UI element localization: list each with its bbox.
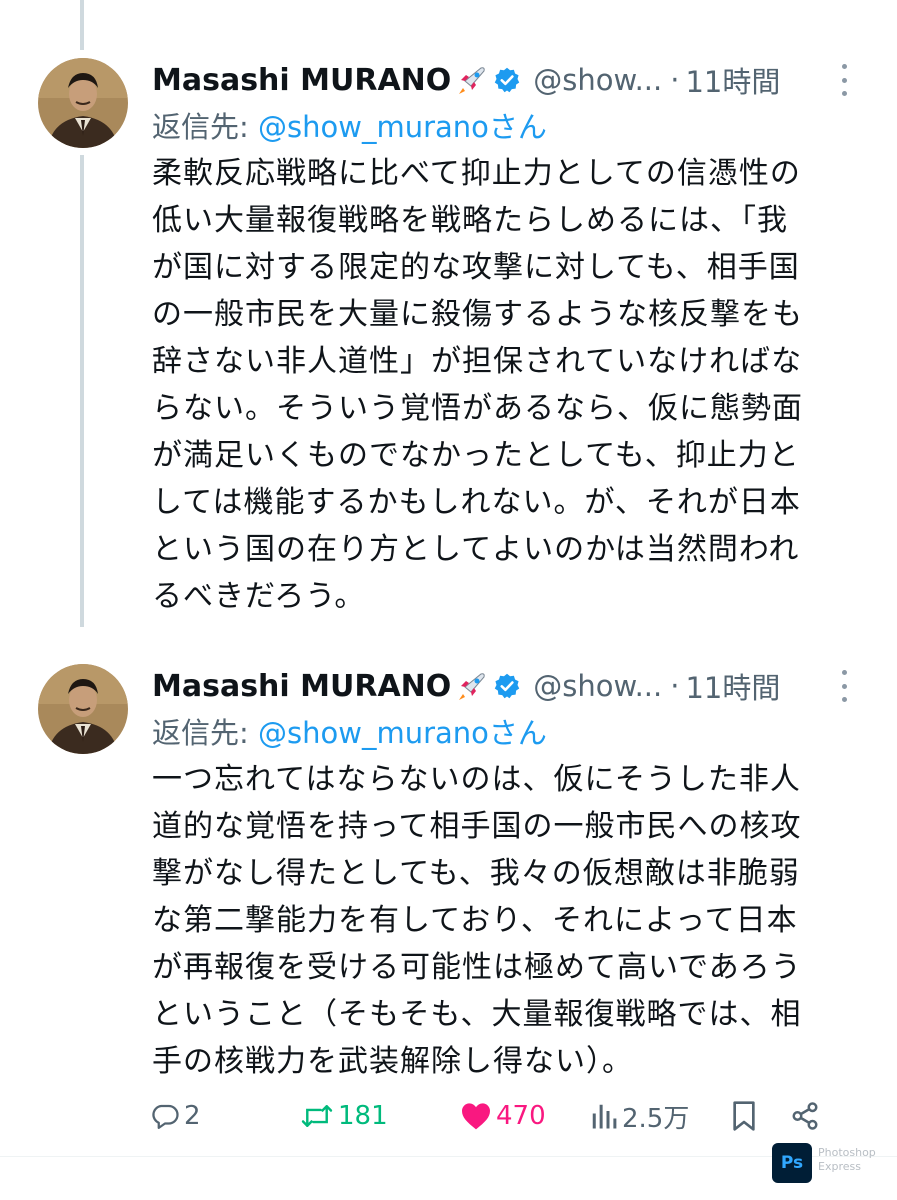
analytics-icon <box>590 1101 618 1131</box>
tweet-text-line: な第二撃能力を有しており、それによって日本 <box>152 903 798 938</box>
rocket-icon <box>455 64 487 96</box>
tweet-text-line: らない。そういう覚悟があるなら、仮に態勢面 <box>152 391 803 426</box>
tweet-text: 一つ忘れてはならないのは、仮にそうした非人 道的な覚悟を持って相手国の一般市民へ… <box>152 756 852 1085</box>
like-button[interactable]: 470 <box>460 1101 590 1131</box>
tweet-text-line: が満足いくものでなかったとしても、抑止力と <box>152 438 800 473</box>
bookmark-button[interactable] <box>730 1100 790 1132</box>
tweet-text-line: るべきだろう。 <box>152 579 366 614</box>
reply-to-prefix: 返信先: <box>152 716 258 750</box>
reply-to-suffix[interactable]: さん <box>489 716 547 750</box>
tweet-text-line: の一般市民を大量に殺傷するような核反撃をも <box>152 297 803 332</box>
tweet-text-line: 一つ忘れてはならないのは、仮にそうした非人 <box>152 762 801 797</box>
share-icon <box>790 1101 820 1131</box>
timestamp[interactable]: 11時間 <box>685 59 780 101</box>
reply-icon <box>150 1101 180 1131</box>
more-options-icon[interactable] <box>836 64 852 96</box>
tweet-text-line: 低い大量報復戦略を戦略たらしめるには、「我 <box>152 203 788 238</box>
photoshop-express-logo: Ps <box>772 1143 812 1183</box>
author-name[interactable]: Masashi MURANO <box>152 669 451 704</box>
separator-dot: · <box>670 63 680 97</box>
like-count: 470 <box>496 1101 546 1131</box>
tweet-text-line: 手の核戦力を武装解除し得ない）。 <box>152 1044 633 1079</box>
tweet-header: Masashi MURANO @show... · 11時間 <box>152 660 872 712</box>
avatar[interactable] <box>38 664 128 754</box>
retweet-button[interactable]: 181 <box>300 1101 460 1131</box>
tweet-text-line: 道的な覚悟を持って相手国の一般市民への核攻 <box>152 809 802 844</box>
retweet-count: 181 <box>338 1101 388 1131</box>
more-options-icon[interactable] <box>836 670 852 702</box>
reply-button[interactable]: 2 <box>150 1101 300 1131</box>
tweet-text-line: が再報復を受ける可能性は極めて高いであろう <box>152 950 802 985</box>
tweet-text-line: という国の在り方としてよいのかは当然問われ <box>152 532 800 567</box>
separator-dot: · <box>670 669 680 703</box>
watermark-label: Photoshop Express <box>818 1146 876 1173</box>
tweet-action-bar: 2 181 470 2.5万 <box>150 1094 850 1138</box>
thread-connector <box>80 155 84 627</box>
reply-to-mention[interactable]: @show_murano <box>258 716 489 750</box>
tweet-thread-screen: Masashi MURANO @show... · 11時間 返信先: @sho… <box>0 0 897 1200</box>
tweet-text: 柔軟反応戦略に比べて抑止力としての信憑性の 低い大量報復戦略を戦略たらしめるには… <box>152 150 852 620</box>
reply-to-mention[interactable]: @show_murano <box>258 110 489 144</box>
rocket-icon <box>455 670 487 702</box>
tweet-header: Masashi MURANO @show... · 11時間 <box>152 54 872 106</box>
views-count: 2.5万 <box>622 1103 690 1134</box>
tweet-text-line: 柔軟反応戦略に比べて抑止力としての信憑性の <box>152 156 801 191</box>
thread-connector-top <box>80 0 84 50</box>
author-name[interactable]: Masashi MURANO <box>152 63 451 98</box>
reply-to-line: 返信先: @show_muranoさん <box>152 710 547 752</box>
tweet-text-line: 辞さない非人道性」が担保されていなければな <box>152 344 803 379</box>
verified-badge-icon <box>493 672 521 700</box>
tweet-text-line: ということ（そもそも、大量報復戦略では、相 <box>152 997 802 1032</box>
author-handle[interactable]: @show... <box>533 63 662 97</box>
heart-icon <box>460 1101 492 1131</box>
retweet-icon <box>300 1101 334 1131</box>
avatar[interactable] <box>38 58 128 148</box>
bookmark-icon <box>730 1100 758 1132</box>
divider <box>0 1156 897 1157</box>
tweet-text-line: が国に対する限定的な攻撃に対しても、相手国 <box>152 250 800 285</box>
reply-to-prefix: 返信先: <box>152 110 258 144</box>
reply-count: 2 <box>184 1101 201 1131</box>
tweet-text-line: しては機能するかもしれない。が、それが日本 <box>152 485 801 520</box>
timestamp[interactable]: 11時間 <box>685 665 780 707</box>
verified-badge-icon <box>493 66 521 94</box>
tweet-text-line: 撃がなし得たとしても、我々の仮想敵は非脆弱 <box>152 856 800 891</box>
author-handle[interactable]: @show... <box>533 669 662 703</box>
reply-to-suffix[interactable]: さん <box>489 110 547 144</box>
reply-to-line: 返信先: @show_muranoさん <box>152 104 547 146</box>
share-button[interactable] <box>790 1101 850 1131</box>
views-button[interactable]: 2.5万 <box>590 1098 730 1135</box>
